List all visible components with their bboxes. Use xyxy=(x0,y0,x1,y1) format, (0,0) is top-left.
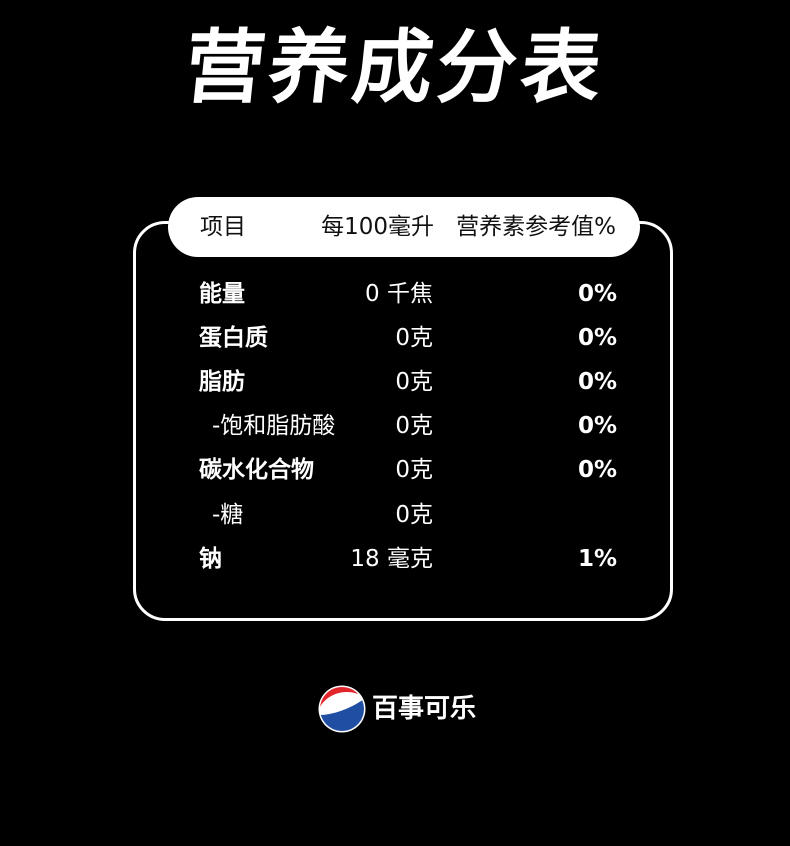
row-name: -饱和脂肪酸 xyxy=(212,413,336,439)
row-name: 能量 xyxy=(199,281,245,307)
row-amount: 0克 xyxy=(395,413,433,439)
row-name: 脂肪 xyxy=(199,369,245,395)
table-row: 能量 0 千焦 0% xyxy=(0,274,790,314)
row-nrv: 0% xyxy=(577,413,617,439)
table-row: 碳水化合物 0克 0% xyxy=(0,450,790,490)
table-row: 钠 18 毫克 1% xyxy=(0,539,790,579)
row-name: 碳水化合物 xyxy=(199,457,314,483)
row-name: 钠 xyxy=(199,546,222,572)
row-nrv: 0% xyxy=(577,325,617,351)
row-amount: 0 千焦 xyxy=(365,281,433,307)
row-amount: 0克 xyxy=(395,369,433,395)
row-name: 蛋白质 xyxy=(199,325,268,351)
table-row: -糖 0克 xyxy=(0,495,790,535)
row-name: -糖 xyxy=(212,502,244,528)
row-amount: 0克 xyxy=(395,502,433,528)
header-item: 项目 xyxy=(200,214,246,240)
header-per-100ml: 每100毫升 xyxy=(321,214,434,240)
row-amount: 0克 xyxy=(395,325,433,351)
row-amount: 0克 xyxy=(395,457,433,483)
brand-lockup: 百事可乐 xyxy=(318,685,488,733)
pepsi-globe-icon xyxy=(318,685,366,733)
brand-name: 百事可乐 xyxy=(372,694,477,724)
row-nrv: 1% xyxy=(577,546,617,572)
page-title: 营养成分表 xyxy=(180,21,610,114)
table-header: 项目 每100毫升 营养素参考值% xyxy=(168,197,640,257)
header-nrv: 营养素参考值% xyxy=(456,214,616,240)
table-row: 脂肪 0克 0% xyxy=(0,362,790,402)
table-row: -饱和脂肪酸 0克 0% xyxy=(0,406,790,446)
table-row: 蛋白质 0克 0% xyxy=(0,318,790,358)
row-nrv: 0% xyxy=(577,281,617,307)
row-amount: 18 毫克 xyxy=(350,546,433,572)
row-nrv: 0% xyxy=(577,369,617,395)
row-nrv: 0% xyxy=(577,457,617,483)
